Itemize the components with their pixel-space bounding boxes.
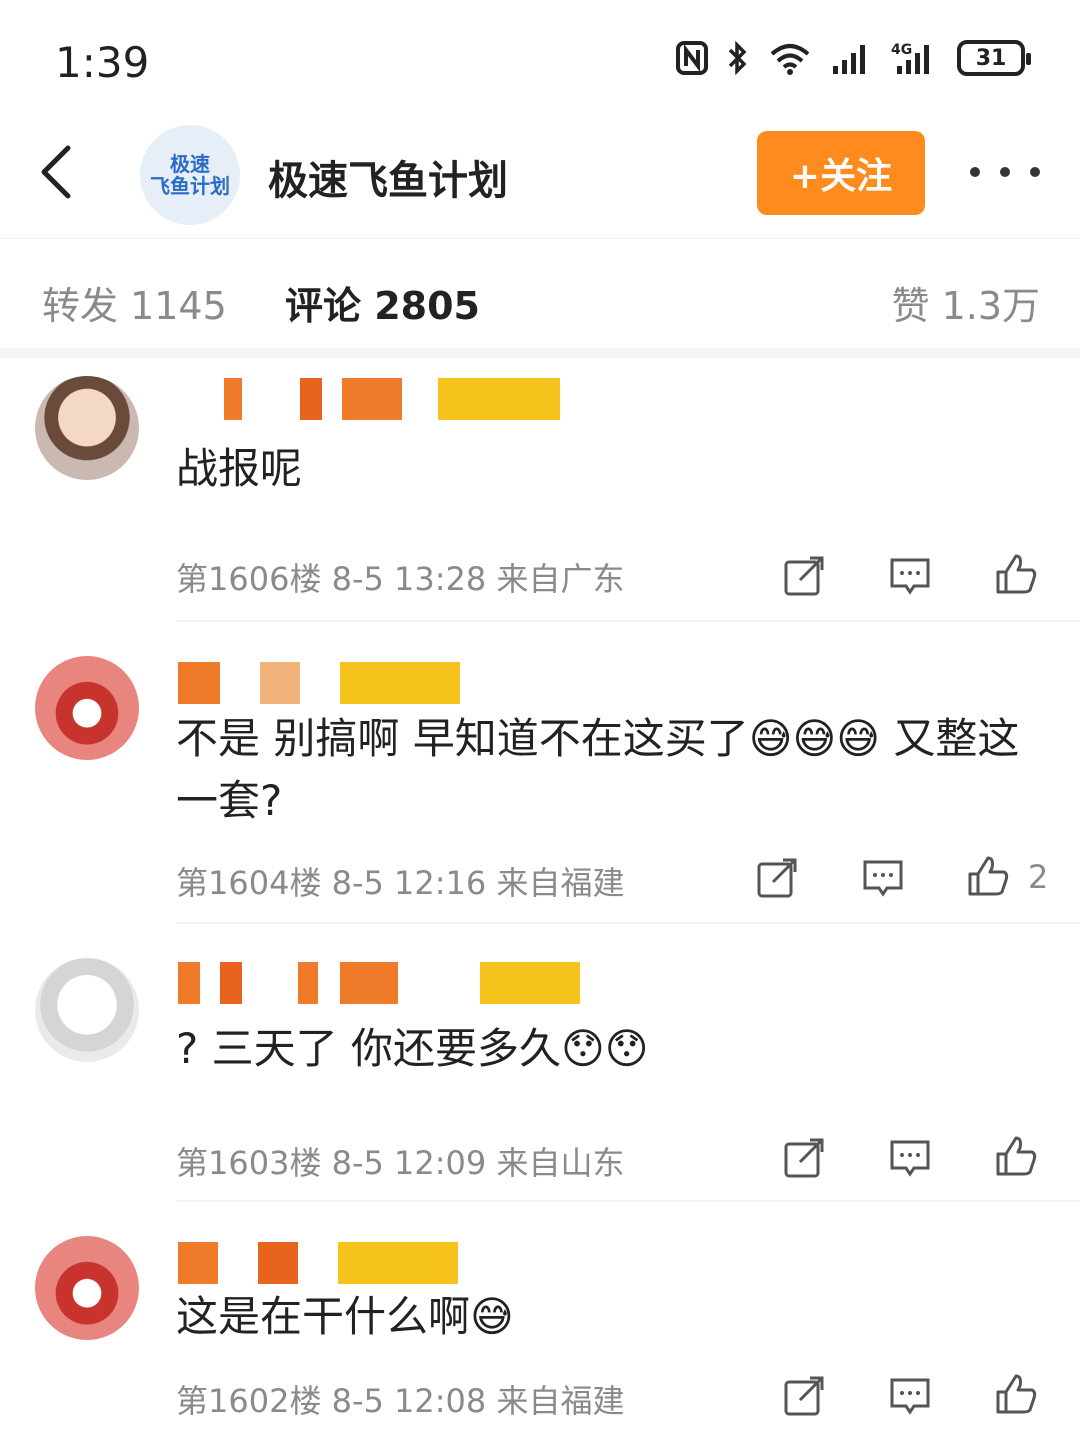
username-redacted[interactable]: [178, 1242, 458, 1284]
account-name[interactable]: 极速飞鱼计划: [268, 148, 508, 206]
like-icon[interactable]: [994, 552, 1038, 596]
comment-text: 战报呢: [176, 444, 303, 493]
avatar[interactable]: [35, 656, 139, 760]
section-divider: [0, 348, 1080, 358]
share-icon[interactable]: [755, 856, 799, 900]
more-button[interactable]: [970, 150, 1040, 194]
comment-item: ? 三天了 你还要多久😯😯 第1603楼 8-5 12:09 来自山东: [0, 924, 1080, 1200]
comment-meta: 第1603楼 8-5 12:09 来自山东: [176, 1144, 625, 1182]
comment-icon[interactable]: [888, 1136, 932, 1180]
tab-bar: 转发 1145 评论 2805 赞 1.3万: [0, 238, 1080, 348]
comment-meta: 第1602楼 8-5 12:08 来自福建: [176, 1382, 625, 1420]
comment-item: 这是在干什么啊😅 第1602楼 8-5 12:08 来自福建: [0, 1202, 1080, 1440]
tab-comments[interactable]: 评论 2805: [285, 275, 480, 330]
back-arrow-icon: [41, 145, 71, 199]
comment-text: ? 三天了 你还要多久😯😯: [176, 1024, 649, 1073]
account-avatar[interactable]: 极速 飞鱼计划: [140, 125, 240, 225]
status-time: 1:39: [55, 38, 150, 87]
back-button[interactable]: [30, 138, 90, 208]
comment-meta: 第1606楼 8-5 13:28 来自广东: [176, 560, 625, 598]
avatar-text-line1: 极速: [170, 152, 210, 176]
like-icon[interactable]: [994, 1134, 1038, 1178]
comment-item: 不是 别搞啊 早知道不在这买了😅😅😅 又整这一套? 第1604楼 8-5 12:…: [0, 622, 1080, 922]
share-icon[interactable]: [782, 1136, 826, 1180]
page-header: 极速 飞鱼计划 极速飞鱼计划 +关注: [0, 120, 1080, 230]
comment-icon[interactable]: [888, 554, 932, 598]
comment-icon[interactable]: [861, 856, 905, 900]
bluetooth-icon: [728, 40, 747, 76]
comment-item: 战报呢 第1606楼 8-5 13:28 来自广东: [0, 358, 1080, 620]
status-bar: 1:39 4G 31: [0, 0, 1080, 120]
nfc-icon: [676, 41, 708, 75]
comment-text: 不是 别搞啊 早知道不在这买了😅😅😅 又整这一套?: [176, 714, 1020, 825]
tab-likes[interactable]: 赞 1.3万: [891, 275, 1040, 330]
signal-icon-1: [833, 45, 865, 74]
username-redacted[interactable]: [178, 662, 460, 704]
username-redacted[interactable]: [178, 962, 580, 1004]
svg-text:4G: 4G: [891, 42, 912, 58]
comment-text: 这是在干什么啊😅: [176, 1292, 514, 1341]
battery-indicator: 31: [957, 40, 1031, 76]
avatar-text-line2: 飞鱼计划: [150, 174, 230, 198]
more-icon: [970, 167, 980, 177]
like-icon[interactable]: [994, 1372, 1038, 1416]
username-redacted[interactable]: [178, 378, 560, 420]
follow-button[interactable]: +关注: [757, 131, 925, 215]
tab-reposts[interactable]: 转发 1145: [42, 275, 227, 330]
like-count: 2: [1028, 858, 1049, 896]
like-icon[interactable]: [966, 854, 1010, 898]
more-icon: [1030, 167, 1040, 177]
share-icon[interactable]: [782, 554, 826, 598]
more-icon: [1000, 167, 1010, 177]
wifi-icon: [770, 44, 810, 75]
comment-icon[interactable]: [888, 1374, 932, 1418]
avatar[interactable]: [35, 1236, 139, 1340]
status-icons: 4G 31: [675, 40, 1031, 76]
avatar[interactable]: [35, 376, 139, 480]
avatar[interactable]: [35, 958, 139, 1062]
comment-meta: 第1604楼 8-5 12:16 来自福建: [176, 864, 625, 902]
share-icon[interactable]: [782, 1374, 826, 1418]
signal-4g-icon: 4G: [891, 42, 929, 74]
